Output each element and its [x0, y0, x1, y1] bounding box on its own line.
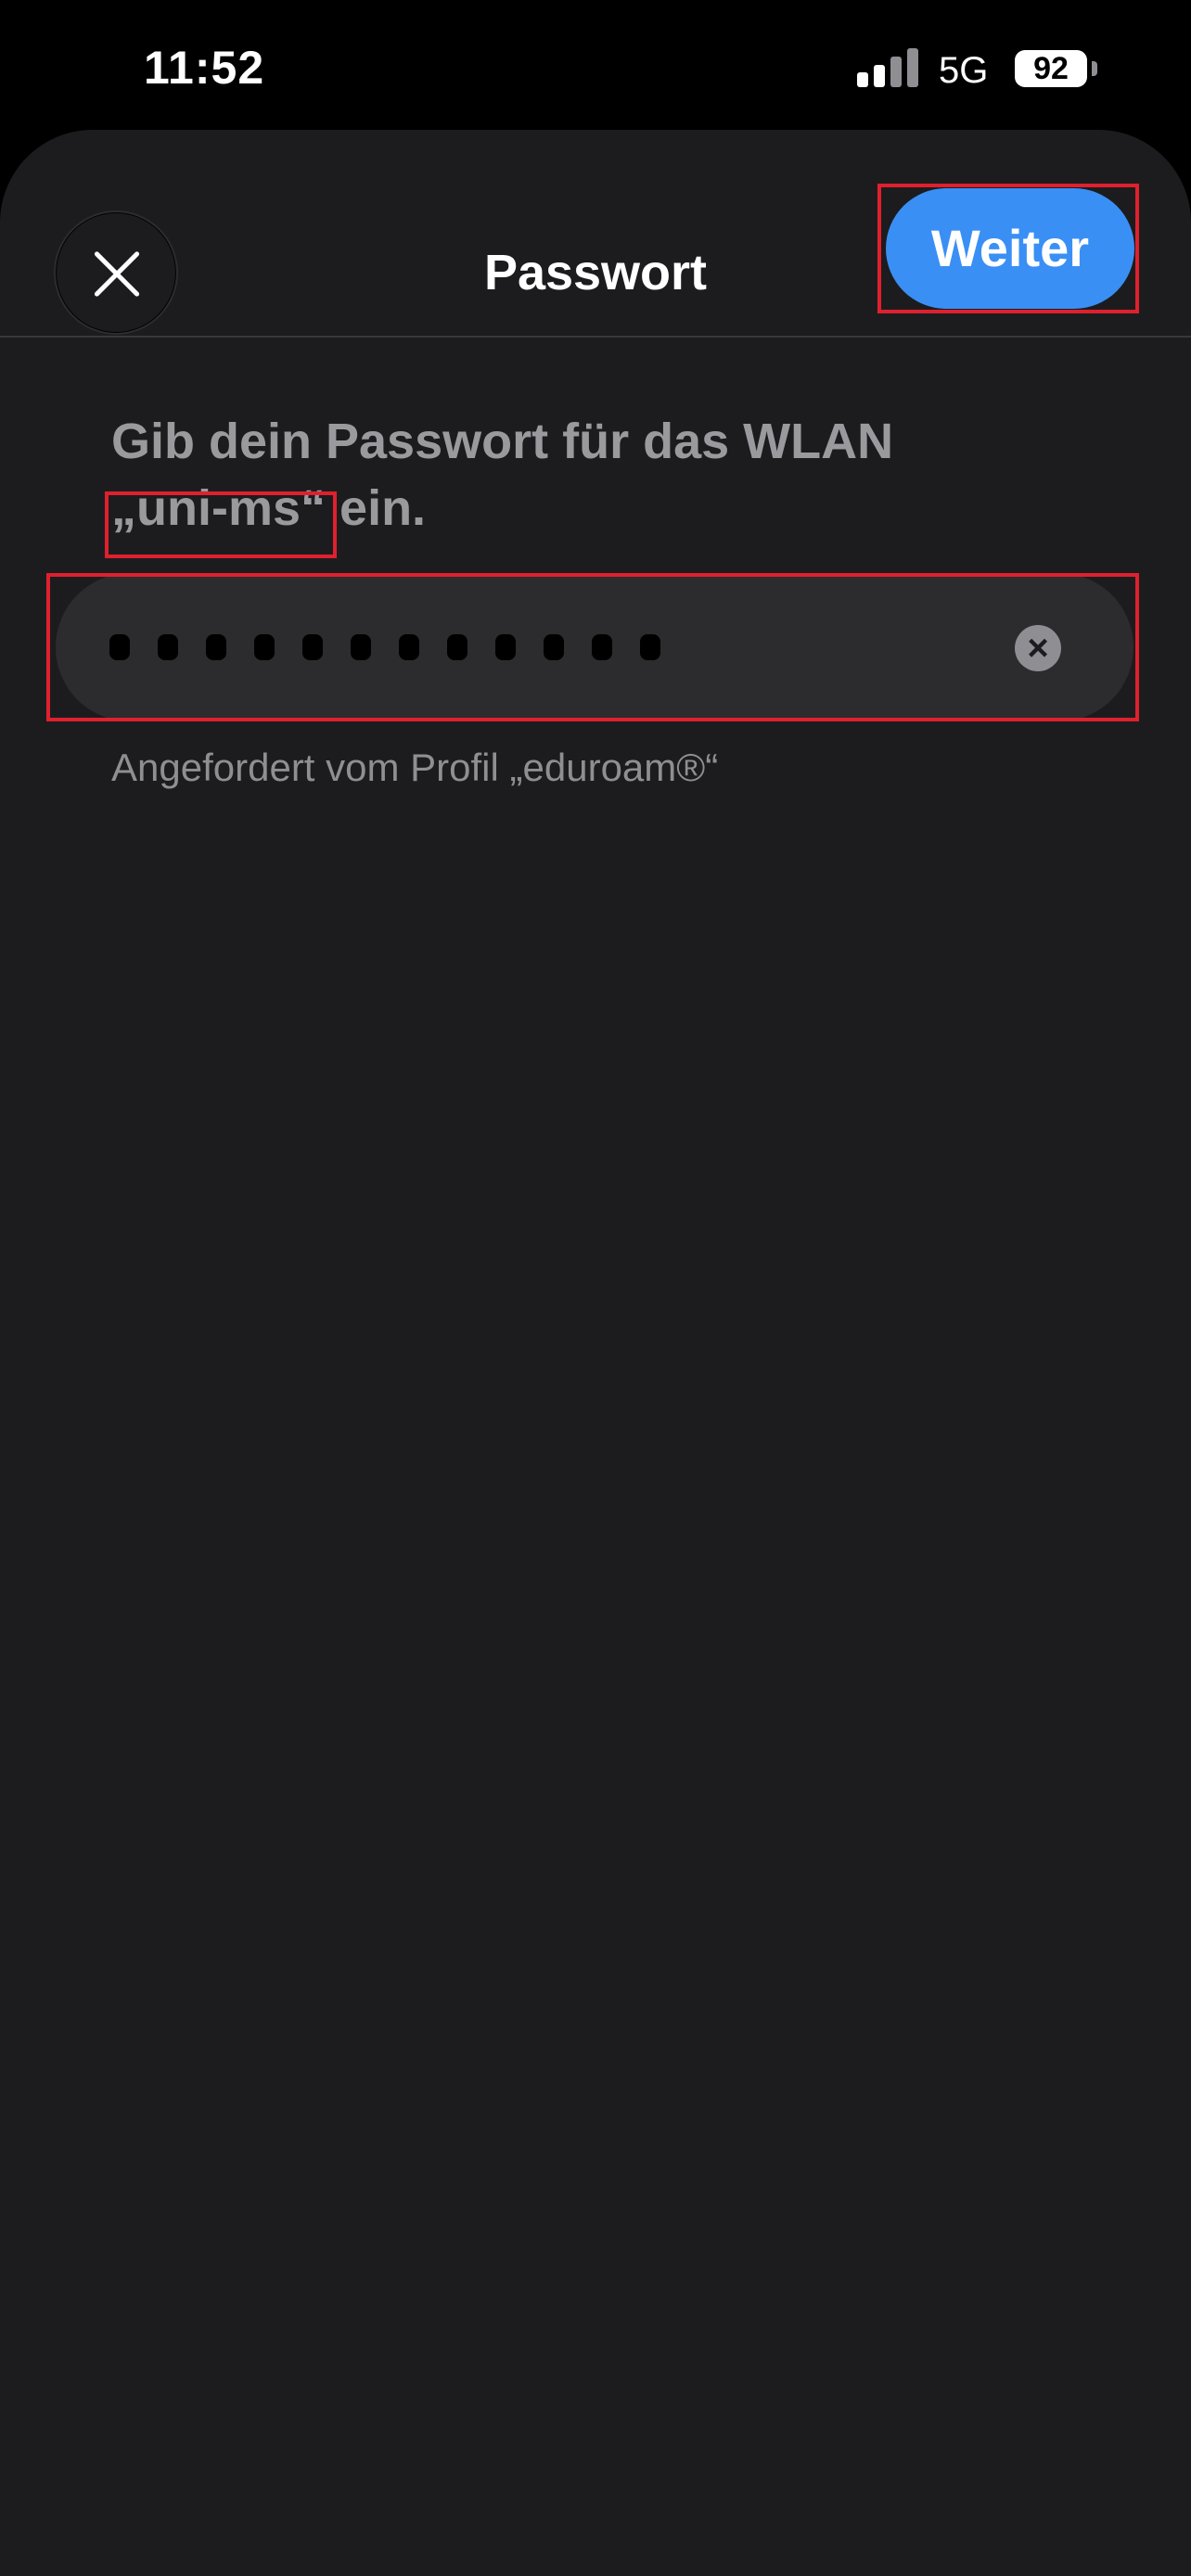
password-dot — [109, 634, 130, 660]
password-dot — [399, 634, 419, 660]
password-dot — [351, 634, 371, 660]
next-button[interactable]: Weiter — [886, 188, 1134, 309]
clear-icon: × — [1027, 628, 1049, 669]
password-dot — [254, 634, 275, 660]
battery-level: 92 — [1033, 51, 1069, 86]
battery-icon: 92 — [1015, 50, 1087, 87]
status-time: 11:52 — [144, 42, 265, 94]
password-dot — [158, 634, 178, 660]
prompt-suffix: ein. — [339, 480, 427, 536]
password-mask — [109, 573, 688, 721]
status-bar: 11:52 5G 92 — [0, 0, 1191, 130]
profile-note: Angefordert vom Profil „eduroam®“ — [111, 746, 719, 789]
prompt-text: Gib dein Passwort für das WLAN — [111, 414, 894, 469]
cellular-signal-icon — [857, 48, 918, 87]
password-dot — [447, 634, 467, 660]
battery-cap — [1092, 61, 1097, 76]
password-dot — [640, 634, 660, 660]
password-dot — [206, 634, 226, 660]
password-input[interactable]: × — [56, 573, 1133, 721]
network-type-label: 5G — [939, 50, 989, 91]
navigation-bar: Passwort Weiter — [0, 130, 1191, 338]
password-dot — [302, 634, 323, 660]
clear-text-button[interactable]: × — [1015, 625, 1061, 671]
password-dot — [495, 634, 516, 660]
network-name: „uni-ms“ — [111, 480, 327, 536]
password-dot — [544, 634, 564, 660]
password-prompt: Gib dein Passwort für das WLAN „uni-ms“ … — [111, 408, 1113, 542]
password-sheet: Passwort Weiter Gib dein Passwort für da… — [0, 130, 1191, 2576]
password-dot — [592, 634, 612, 660]
